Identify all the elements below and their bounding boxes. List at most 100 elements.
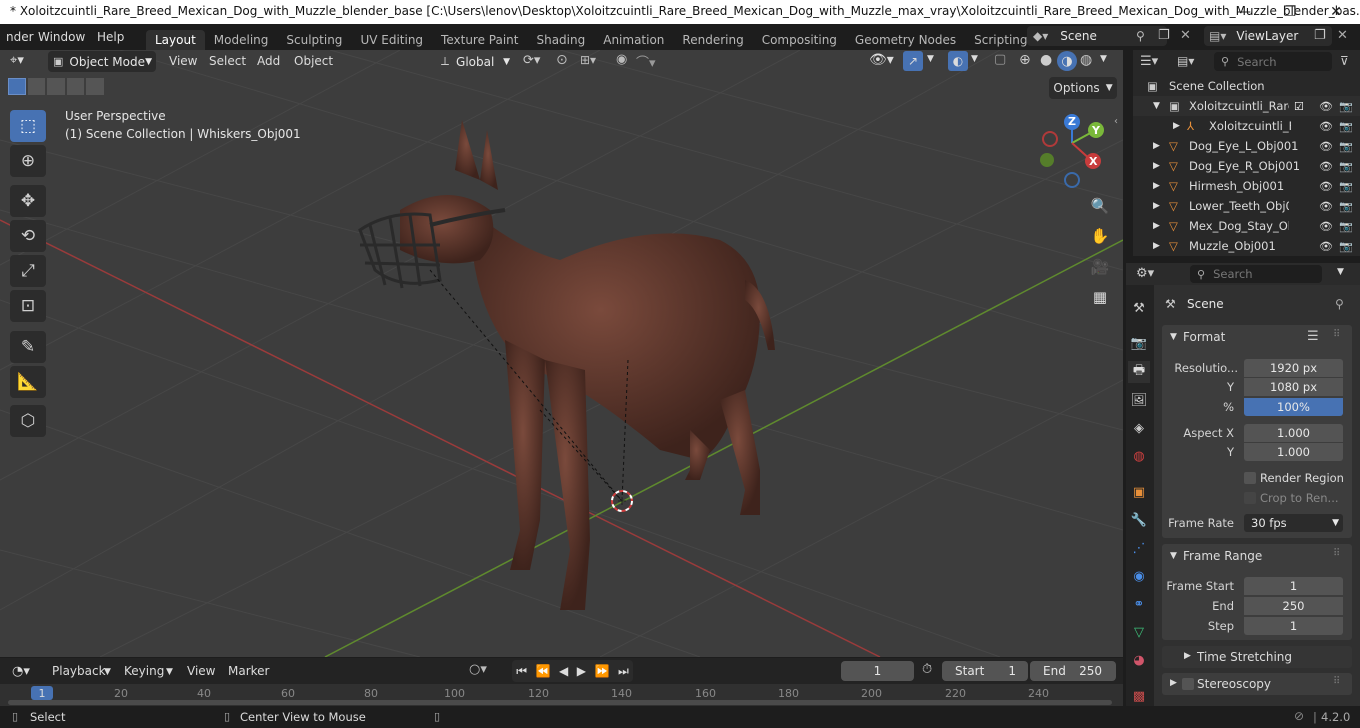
outliner-row[interactable]: ▶ ▽ Lower_Teeth_Obj00 👁 📷	[1133, 196, 1360, 216]
navigation-gizmo[interactable]	[1036, 113, 1116, 193]
select-box-tool[interactable]: ⬚	[10, 110, 46, 142]
new-scene-icon[interactable]: ❐	[1158, 28, 1170, 43]
modifier-tab[interactable]: 🔧	[1128, 509, 1150, 531]
camera-icon[interactable]: 📷	[1339, 140, 1353, 153]
tab-modeling[interactable]: Modeling	[205, 30, 278, 50]
chevron-down-icon[interactable]: ▼	[1170, 551, 1177, 561]
properties-search-input[interactable]: ⚲ Search	[1190, 265, 1322, 283]
tab-sculpting[interactable]: Sculpting	[277, 30, 351, 50]
snap-icon[interactable]: ⊙	[556, 52, 568, 68]
chevron-down-icon[interactable]: ▼	[1170, 332, 1177, 342]
tab-scripting[interactable]: Scripting	[965, 30, 1036, 50]
tab-rendering[interactable]: Rendering	[673, 30, 752, 50]
material-tab[interactable]: ◕	[1128, 649, 1150, 671]
menu-select[interactable]: Select	[202, 54, 253, 68]
frame-end-field[interactable]: 250	[1244, 597, 1343, 615]
clock-icon[interactable]: ⏱	[922, 662, 932, 677]
frame-start-field[interactable]: 1	[1244, 577, 1343, 595]
measure-tool[interactable]: 📐	[10, 366, 46, 398]
proportional-edit-icon[interactable]: ◉	[616, 52, 627, 67]
outliner-row[interactable]: ▶ ⅄ Xoloitzcuintli_F 👁 📷	[1133, 116, 1360, 136]
pivot-point-icon[interactable]: ⟳▾	[523, 53, 540, 68]
chevron-down-icon[interactable]: ▼	[1100, 54, 1107, 64]
outliner-editor-icon[interactable]: ☰▾	[1140, 54, 1158, 69]
menu-view[interactable]: View	[162, 54, 204, 68]
expand-chevron-icon[interactable]: ▶	[1153, 161, 1160, 171]
rotate-tool[interactable]: ⟲	[10, 220, 46, 252]
camera-icon[interactable]: 📷	[1339, 240, 1353, 253]
eye-icon[interactable]: 👁	[1319, 120, 1333, 133]
format-panel-title[interactable]: Format	[1183, 330, 1225, 344]
presets-icon[interactable]: ☰	[1307, 329, 1319, 344]
outliner-row[interactable]: ▶ ▽ Hirmesh_Obj001 👁 📷	[1133, 176, 1360, 196]
prev-keyframe-icon[interactable]: ⏪	[536, 664, 551, 678]
object-tab[interactable]: ▣	[1128, 481, 1150, 503]
transform-tool[interactable]: ⊡	[10, 290, 46, 322]
physics-tab[interactable]: ◉	[1128, 565, 1150, 587]
jump-start-icon[interactable]: ⏮	[516, 664, 527, 679]
menu-add[interactable]: Add	[250, 54, 287, 68]
menu-object[interactable]: Object	[287, 54, 340, 68]
xray-icon[interactable]: ▢	[994, 52, 1006, 67]
options-button[interactable]: Options ▼	[1049, 77, 1117, 99]
eye-icon[interactable]: 👁	[1319, 160, 1333, 173]
start-frame-field[interactable]: Start 1	[942, 661, 1028, 681]
next-keyframe-icon[interactable]: ⏩	[594, 664, 609, 678]
eye-icon[interactable]: 👁	[1319, 200, 1333, 213]
delete-viewlayer-icon[interactable]: ✕	[1337, 28, 1348, 43]
snap-target-icon[interactable]: ⊞▾	[580, 53, 596, 67]
tab-shading[interactable]: Shading	[527, 30, 594, 50]
filter-icon[interactable]: ⊽	[1340, 54, 1349, 68]
zoom-button[interactable]: 🔍	[1086, 192, 1114, 220]
checkbox-icon[interactable]: ☑	[1294, 100, 1304, 113]
timeline-scrollbar[interactable]	[8, 700, 1112, 705]
end-frame-field[interactable]: End 250	[1030, 661, 1116, 681]
select-extend-icon[interactable]	[27, 78, 46, 95]
outliner-row[interactable]: ▶ ▽ Mex_Dog_Stay_Obj 👁 📷	[1133, 216, 1360, 236]
frame-step-field[interactable]: 1	[1244, 617, 1343, 635]
resolution-percent-slider[interactable]: 100%	[1244, 398, 1343, 416]
move-tool[interactable]: ✥	[10, 185, 46, 217]
frame-range-title[interactable]: Frame Range	[1183, 549, 1262, 563]
tab-compositing[interactable]: Compositing	[753, 30, 846, 50]
eye-icon[interactable]: 👁	[1319, 140, 1333, 153]
chevron-down-icon[interactable]: ▼	[927, 54, 934, 64]
camera-icon[interactable]: 📷	[1339, 160, 1353, 173]
menu-help[interactable]: Help	[89, 30, 132, 44]
eye-icon[interactable]: 👁	[1319, 220, 1333, 233]
cursor-tool[interactable]: ⊕	[10, 145, 46, 177]
pan-button[interactable]: ✋	[1086, 222, 1114, 250]
tab-geometry-nodes[interactable]: Geometry Nodes	[846, 30, 965, 50]
tool-tab[interactable]: ⚒	[1128, 297, 1150, 319]
outliner-row[interactable]: ▶ ▽ Dog_Eye_L_Obj001 👁 📷	[1133, 136, 1360, 156]
camera-icon[interactable]: 📷	[1339, 100, 1353, 113]
mode-selector[interactable]: ▣ Object Mode ▼	[48, 51, 156, 72]
display-mode-icon[interactable]: ▤▾	[1177, 54, 1194, 68]
frame-rate-select[interactable]: 30 fps ▼	[1244, 514, 1343, 532]
aspect-x-field[interactable]: 1.000	[1244, 424, 1343, 442]
outliner-row[interactable]: ▼ ▣ Xoloitzcuintli_Rare ☑ 👁 📷	[1133, 96, 1360, 116]
view-layer-tab[interactable]: 🖼	[1128, 389, 1150, 411]
gizmo-toggle-icon[interactable]: ↗	[903, 51, 923, 71]
jump-end-icon[interactable]: ⏭	[618, 664, 629, 679]
outliner-row[interactable]: ▶ ▽ Dog_Eye_R_Obj001 👁 📷	[1133, 156, 1360, 176]
render-tab[interactable]: 📷	[1128, 332, 1150, 354]
expand-chevron-icon[interactable]: ▶	[1153, 241, 1160, 251]
scene-tab[interactable]: ◈	[1128, 417, 1150, 439]
playhead-marker[interactable]: 1	[31, 686, 53, 700]
expand-chevron-icon[interactable]: ▶	[1153, 141, 1160, 151]
camera-icon[interactable]: 📷	[1339, 220, 1353, 233]
data-tab[interactable]: ▽	[1128, 621, 1150, 643]
camera-view-button[interactable]: 🎥	[1086, 253, 1114, 281]
maximize-button[interactable]: ❐	[1267, 0, 1313, 24]
menu-marker[interactable]: Marker	[228, 664, 269, 678]
visibility-icon[interactable]: 👁▾	[869, 52, 894, 68]
resolution-x-field[interactable]: 1920 px	[1244, 359, 1343, 377]
select-subtract-icon[interactable]	[47, 78, 65, 95]
timeline-editor-icon[interactable]: ◔▾	[12, 664, 30, 679]
material-shading-icon[interactable]: ◑	[1057, 51, 1077, 71]
record-icon[interactable]: ○▾	[469, 662, 487, 677]
expand-chevron-icon[interactable]: ▶	[1153, 221, 1160, 231]
falloff-icon[interactable]: ⌒▾	[636, 52, 656, 71]
drag-handle-icon[interactable]: ⠿	[1333, 548, 1340, 559]
